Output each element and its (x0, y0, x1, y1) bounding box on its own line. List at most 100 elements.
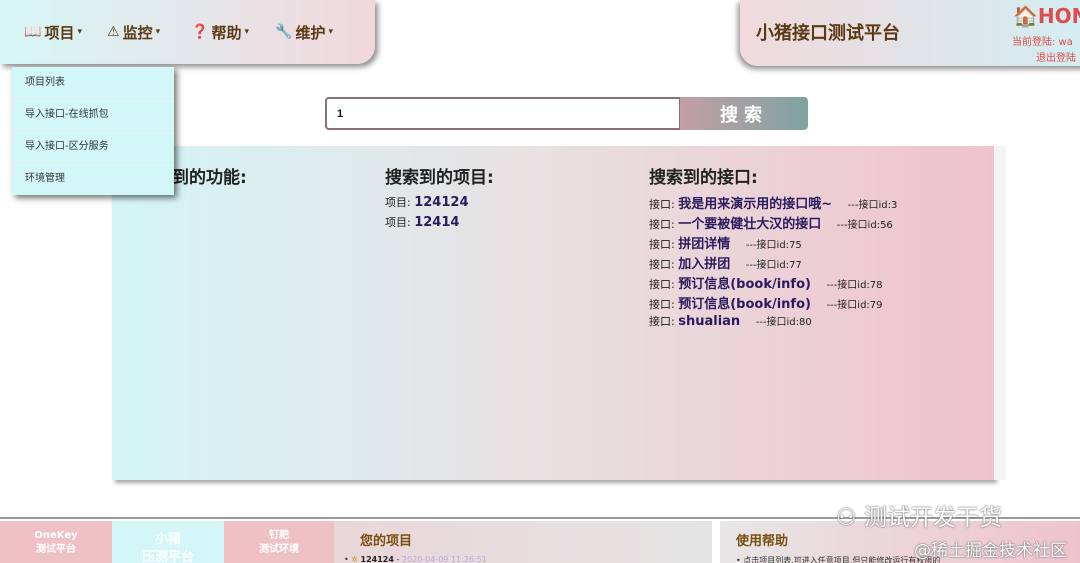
project-dropdown-menu: 项目列表 导入接口-在线抓包 导入接口-区分服务 环境管理 (12, 67, 174, 195)
api-id-prefix: ---接口id: (836, 220, 881, 231)
your-projects-panel: 您的项目 • ✲ 124124 - 2020-04-09 11:26:51 (334, 521, 712, 563)
nav-menu-monitor[interactable]: ⚠ 监控 ▾ (107, 22, 160, 42)
project-item-name: 124124 (360, 555, 394, 563)
nav-menu-monitor-label: 监控 (122, 23, 153, 42)
api-id-prefix: ---接口id: (745, 260, 790, 271)
chevron-down-icon: ▾ (244, 27, 249, 37)
home-link[interactable]: 🏠HON (1013, 4, 1080, 28)
watermark-source: @稀土掘金技术社区 (914, 541, 1067, 561)
bottom-tab-line2: 压测平台 (141, 550, 194, 563)
api-id: 56 (880, 220, 893, 231)
api-id: 80 (799, 317, 812, 328)
results-panel-edge (994, 146, 1006, 480)
menu-item-import-capture[interactable]: 导入接口-在线抓包 (12, 99, 174, 131)
help-text: • 点击项目列表,可进入任意项目,但只能修改运行有权限的 (736, 556, 941, 563)
watermark-title: ⚇ 测试开发干货 (836, 498, 1002, 532)
api-id-prefix: ---接口id: (826, 300, 870, 311)
api-id: 78 (869, 280, 883, 291)
apis-heading: 搜索到的接口: (649, 168, 758, 188)
api-name-link[interactable]: 一个要被健壮大汉的接口 (678, 217, 821, 232)
book-icon: 📖 (24, 24, 42, 40)
bottom-tab-pressure[interactable]: 小猪 压测平台 (112, 521, 224, 563)
nav-menu-maintenance[interactable]: 🔧 维护 ▾ (275, 22, 333, 42)
api-name-link[interactable]: 拼团详情 (678, 237, 730, 252)
api-id-prefix: ---接口id: (826, 280, 870, 291)
api-id-prefix: ---接口id: (755, 317, 800, 328)
api-id: 3 (890, 200, 898, 211)
api-prefix: 接口: (649, 278, 675, 291)
project-prefix: 项目: (385, 216, 411, 229)
search-button[interactable]: 搜索 (680, 97, 808, 130)
bottom-tab-line1: 钉耙 (269, 530, 289, 541)
chevron-down-icon: ▾ (77, 27, 82, 37)
api-result-row: 接口: 预订信息(book/info) ---接口id:79 (649, 293, 883, 312)
api-prefix: 接口: (649, 258, 675, 271)
search-input[interactable] (325, 97, 681, 130)
project-item-time: 2020-04-09 11:26:51 (401, 555, 487, 563)
brand-panel: 小猪接口测试平台 🏠HON 当前登陆: wa 退出登陆 (740, 0, 1080, 66)
wrench-icon: 🔧 (275, 24, 293, 40)
api-result-row: 接口: shualian ---接口id:80 (649, 313, 812, 329)
projects-heading: 搜索到的项目: (385, 168, 494, 188)
project-result-row[interactable]: 项目: 12414 (385, 214, 459, 230)
project-item-sep: - (393, 555, 402, 563)
logout-link[interactable]: 退出登陆 (1036, 49, 1076, 64)
menu-item-import-service[interactable]: 导入接口-区分服务 (12, 131, 174, 163)
app-title: 小猪接口测试平台 (756, 23, 900, 44)
bottom-tab-line2: 测试平台 (36, 544, 76, 555)
features-heading: 到的功能: (172, 168, 247, 188)
menu-item-env-manage[interactable]: 环境管理 (12, 163, 174, 195)
list-item[interactable]: • ✲ 124124 - 2020-04-09 11:26:51 (344, 555, 487, 563)
api-id: 77 (789, 260, 802, 271)
wechat-icon: ⚇ (836, 505, 857, 531)
nav-menu-maintenance-label: 维护 (295, 23, 326, 42)
api-id-prefix: ---接口id: (745, 240, 790, 251)
api-prefix: 接口: (649, 218, 675, 231)
chevron-down-icon: ▾ (328, 27, 333, 37)
api-name-link[interactable]: 加入拼团 (678, 257, 730, 272)
project-prefix: 项目: (385, 196, 411, 209)
api-result-row: 接口: 加入拼团 ---接口id:77 (649, 253, 802, 272)
api-result-row: 接口: 我是用来演示用的接口哦~ ---接口id:3 (649, 193, 897, 212)
question-circle-icon: ❓ (191, 24, 209, 40)
api-name-link[interactable]: shualian (678, 314, 740, 329)
api-name-link[interactable]: 预订信息(book/info) (678, 297, 811, 312)
home-link-label: HON (1037, 4, 1080, 28)
project-name: 12414 (414, 215, 460, 230)
bullet-icon: • (344, 555, 349, 563)
project-result-row[interactable]: 项目: 124124 (385, 194, 469, 210)
your-projects-title: 您的项目 (360, 534, 413, 549)
api-name-link[interactable]: 我是用来演示用的接口哦~ (678, 197, 832, 212)
top-nav: 📖 项目 ▾ ⚠ 监控 ▾ ❓ 帮助 ▾ 🔧 维护 ▾ (0, 0, 375, 64)
search-results-panel: 到的功能: 搜索到的项目: 搜索到的接口: 项目: 124124 项目: 124… (112, 146, 994, 480)
house-icon: 🏠 (1013, 4, 1038, 28)
nav-menu-project[interactable]: 📖 项目 ▾ (24, 22, 82, 42)
api-id: 79 (869, 300, 883, 311)
star-icon: ✲ (351, 555, 358, 563)
nav-menu-help-label: 帮助 (211, 23, 242, 42)
bottom-tab-line1: 小猪 (154, 532, 181, 547)
watermark-title-text: 测试开发干货 (863, 505, 1002, 531)
chevron-down-icon: ▾ (155, 27, 161, 37)
api-prefix: 接口: (649, 238, 675, 251)
project-name: 124124 (414, 195, 469, 210)
current-login-text: 当前登陆: wa (1012, 37, 1073, 48)
api-result-row: 接口: 拼团详情 ---接口id:75 (649, 233, 802, 252)
api-prefix: 接口: (649, 298, 675, 311)
api-prefix: 接口: (649, 315, 675, 328)
api-id: 75 (789, 240, 802, 251)
menu-item-project-list[interactable]: 项目列表 (12, 67, 174, 99)
bottom-tab-onekey[interactable]: OneKey 测试平台 (0, 521, 112, 563)
help-title: 使用帮助 (736, 534, 789, 549)
api-result-row: 接口: 预订信息(book/info) ---接口id:78 (649, 273, 883, 292)
api-prefix: 接口: (649, 198, 675, 211)
warning-icon: ⚠ (107, 24, 120, 40)
bottom-tab-line2: 测试环境 (259, 544, 299, 555)
nav-menu-help[interactable]: ❓ 帮助 ▾ (191, 22, 249, 42)
api-result-row: 接口: 一个要被健壮大汉的接口 ---接口id:56 (649, 213, 893, 232)
api-id-prefix: ---接口id: (847, 200, 891, 211)
bottom-tab-line1: OneKey (34, 530, 78, 541)
bottom-tab-test-env[interactable]: 钉耙 测试环境 (224, 521, 334, 563)
api-name-link[interactable]: 预订信息(book/info) (678, 277, 811, 292)
nav-menu-project-label: 项目 (44, 23, 75, 42)
